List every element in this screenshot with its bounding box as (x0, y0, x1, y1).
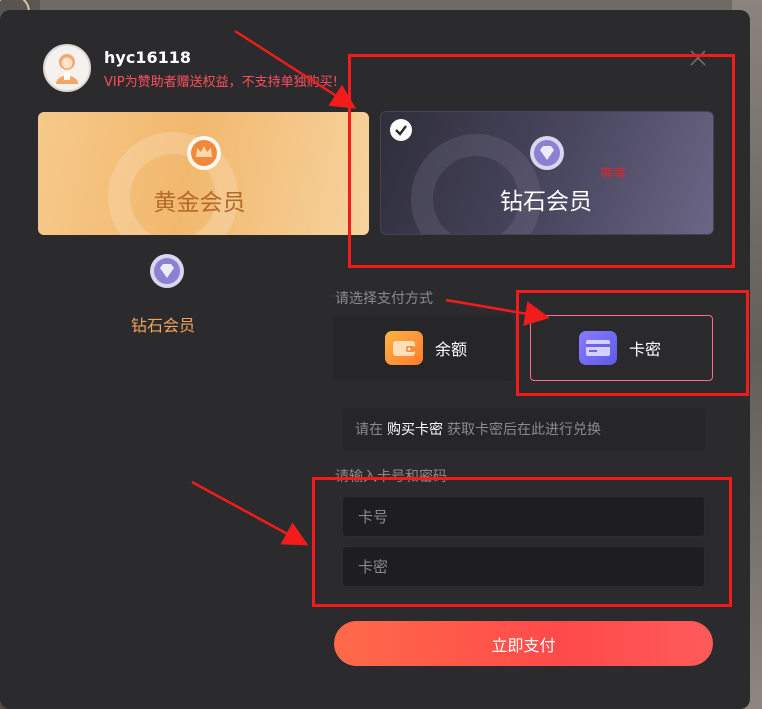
form-section-label: 请输入卡号和密码 (335, 469, 447, 485)
diamond-tag: 等等 (600, 167, 627, 182)
avatar-icon (56, 54, 78, 84)
redeem-info-bar: 请在 购买卡密 获取卡密后在此进行兑换 (343, 408, 705, 450)
diamond-medal-icon (150, 254, 184, 288)
close-icon (690, 50, 706, 66)
pay-card-button[interactable]: 卡密 (530, 315, 713, 381)
wallet-icon (385, 331, 423, 365)
payment-section-label: 请选择支付方式 (335, 291, 433, 307)
card-password-input[interactable] (342, 546, 705, 587)
card-icon (579, 331, 617, 365)
gold-member-card[interactable]: 黄金会员 (38, 112, 369, 235)
pay-card-label: 卡密 (629, 340, 662, 359)
pay-now-button[interactable]: 立即支付 (334, 621, 713, 666)
pay-balance-label: 余额 (435, 340, 468, 359)
selected-badge (390, 119, 412, 141)
info-prefix: 请在 (355, 422, 383, 438)
gold-card-label: 黄金会员 (153, 190, 246, 216)
buy-card-link[interactable]: 购买卡密 (387, 419, 443, 439)
crown-medal-icon (186, 136, 221, 170)
pay-balance-button[interactable]: 余额 (333, 315, 513, 381)
vip-notice: VIP为赞助者赠送权益，不支持单独购买! (104, 75, 338, 90)
close-button[interactable] (688, 48, 708, 68)
avatar (43, 44, 91, 92)
diamond-member-card[interactable]: 钻石会员 (380, 111, 714, 235)
side-member-label: 钻石会员 (131, 316, 196, 335)
diamond-medal-icon (530, 136, 564, 170)
info-suffix: 获取卡密后在此进行兑换 (447, 422, 601, 438)
check-icon (395, 125, 407, 136)
username: hyc16118 (104, 48, 191, 67)
card-number-input[interactable] (342, 496, 705, 537)
diamond-card-label: 钻石会员 (500, 189, 592, 215)
